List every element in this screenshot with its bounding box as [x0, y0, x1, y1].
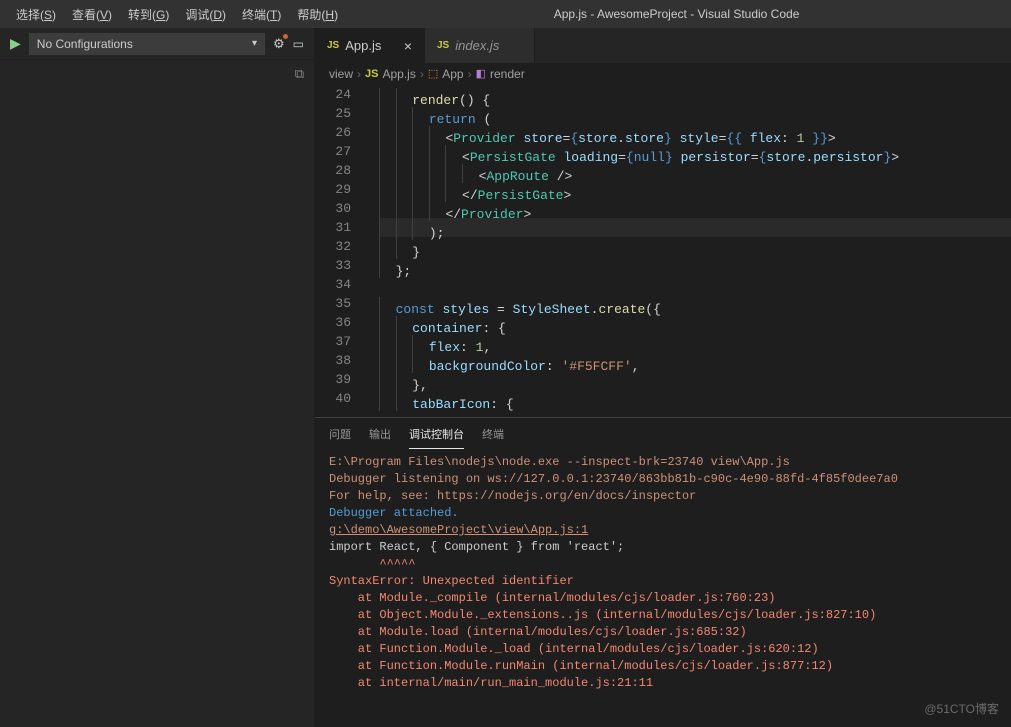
tab-label: App.js — [345, 38, 381, 53]
code-line[interactable]: render() { — [379, 85, 1011, 104]
console-line: Debugger listening on ws://127.0.0.1:237… — [329, 471, 997, 488]
console-line: at internal/main/run_main_module.js:21:1… — [329, 675, 997, 692]
sidebar: ▶ No Configurations ▾ ⚙ ▭ ⧉ — [0, 28, 315, 727]
console-line: Debugger attached. — [329, 505, 997, 522]
menu-v[interactable]: 查看(V) — [64, 3, 120, 26]
tab-label: index.js — [455, 38, 499, 53]
console-line: E:\Program Files\nodejs\node.exe --inspe… — [329, 454, 997, 471]
tab-index-js[interactable]: JS index.js — [425, 28, 535, 63]
code-line[interactable]: </Provider> — [379, 199, 1011, 218]
code-line[interactable]: return ( — [379, 104, 1011, 123]
method-icon: ◧ — [476, 67, 486, 80]
console-line: ^^^^^ — [329, 556, 997, 573]
breadcrumb-file: App.js — [382, 67, 415, 81]
chevron-right-icon: › — [468, 67, 472, 81]
window-title: App.js - AwesomeProject - Visual Studio … — [350, 7, 1003, 21]
code-line[interactable] — [379, 275, 1011, 294]
console-line: SyntaxError: Unexpected identifier — [329, 573, 997, 590]
breadcrumb-folder: view — [329, 67, 353, 81]
menu-t[interactable]: 终端(T) — [234, 3, 289, 26]
code-line[interactable]: const styles = StyleSheet.create({ — [379, 294, 1011, 313]
chevron-right-icon: › — [420, 67, 424, 81]
debug-toolbar: ▶ No Configurations ▾ ⚙ ▭ — [0, 28, 314, 60]
class-icon: ⬚ — [428, 67, 438, 80]
editor-tabs: JS App.js × JS index.js — [315, 28, 1011, 63]
chevron-down-icon: ▾ — [252, 38, 257, 49]
code-line[interactable]: container: { — [379, 313, 1011, 332]
code-line[interactable]: }; — [379, 256, 1011, 275]
breadcrumb[interactable]: view › JS App.js › ⬚ App › ◧ render — [315, 63, 1011, 85]
play-icon[interactable]: ▶ — [10, 35, 21, 52]
panel-tabs: 问题输出调试控制台终端 — [315, 418, 1011, 450]
debug-console[interactable]: E:\Program Files\nodejs\node.exe --inspe… — [315, 450, 1011, 727]
panel-tab-0[interactable]: 问题 — [329, 420, 351, 448]
sidebar-tabs: ⧉ — [0, 60, 314, 88]
code-line[interactable]: <PersistGate loading={null} persistor={s… — [379, 142, 1011, 161]
title-bar: 选择(S)查看(V)转到(G)调试(D)终端(T)帮助(H) App.js - … — [0, 0, 1011, 28]
close-icon[interactable]: × — [404, 38, 412, 54]
console-line: g:\demo\AwesomeProject\view\App.js:1 — [329, 522, 997, 539]
code-line[interactable]: backgroundColor: '#F5FCFF', — [379, 351, 1011, 370]
code-content[interactable]: render() { return ( <Provider store={sto… — [371, 85, 1011, 417]
console-line: at Module._compile (internal/modules/cjs… — [329, 590, 997, 607]
menu-h[interactable]: 帮助(H) — [289, 3, 346, 26]
chevron-right-icon: › — [357, 67, 361, 81]
debug-console-icon[interactable]: ▭ — [293, 37, 304, 51]
tab-App-js[interactable]: JS App.js × — [315, 28, 425, 63]
console-line: at Module.load (internal/modules/cjs/loa… — [329, 624, 997, 641]
menubar: 选择(S)查看(V)转到(G)调试(D)终端(T)帮助(H) — [8, 3, 346, 26]
code-line[interactable]: <Provider store={store.store} style={{ f… — [379, 123, 1011, 142]
js-icon: JS — [437, 40, 449, 51]
console-line: at Function.Module.runMain (internal/mod… — [329, 658, 997, 675]
main-area: ▶ No Configurations ▾ ⚙ ▭ ⧉ JS App.js × JS i… — [0, 28, 1011, 727]
debug-config-label: No Configurations — [37, 37, 133, 51]
code-line[interactable]: </PersistGate> — [379, 180, 1011, 199]
breadcrumb-class: App — [442, 67, 463, 81]
js-icon: JS — [327, 40, 339, 51]
panel-tab-1[interactable]: 输出 — [369, 420, 391, 448]
panel-tab-3[interactable]: 终端 — [482, 420, 504, 448]
sidebar-body — [0, 88, 314, 727]
code-editor[interactable]: 2425262728293031323334353637383940 rende… — [315, 85, 1011, 417]
console-line: import React, { Component } from 'react'… — [329, 539, 997, 556]
console-line: at Function.Module._load (internal/modul… — [329, 641, 997, 658]
console-line: at Object.Module._extensions..js (intern… — [329, 607, 997, 624]
gear-icon[interactable]: ⚙ — [273, 36, 285, 52]
console-line: For help, see: https://nodejs.org/en/doc… — [329, 488, 997, 505]
menu-g[interactable]: 转到(G) — [120, 3, 177, 26]
breadcrumb-method: render — [490, 67, 525, 81]
menu-s[interactable]: 选择(S) — [8, 3, 64, 26]
watermark: @51CTO博客 — [924, 700, 999, 717]
panel-tab-2[interactable]: 调试控制台 — [409, 420, 464, 449]
split-editor-icon[interactable]: ⧉ — [295, 66, 304, 82]
panel-area: 问题输出调试控制台终端 E:\Program Files\nodejs\node… — [315, 417, 1011, 727]
debug-config-dropdown[interactable]: No Configurations ▾ — [29, 33, 265, 55]
menu-d[interactable]: 调试(D) — [177, 3, 234, 26]
code-line[interactable]: } — [379, 237, 1011, 256]
line-gutter: 2425262728293031323334353637383940 — [315, 85, 371, 417]
js-icon: JS — [365, 68, 378, 80]
code-line[interactable]: tabBarIcon: { — [379, 389, 1011, 408]
editor-area: JS App.js × JS index.js view › JS App.js › ⬚… — [315, 28, 1011, 727]
code-line[interactable]: flex: 1, — [379, 332, 1011, 351]
